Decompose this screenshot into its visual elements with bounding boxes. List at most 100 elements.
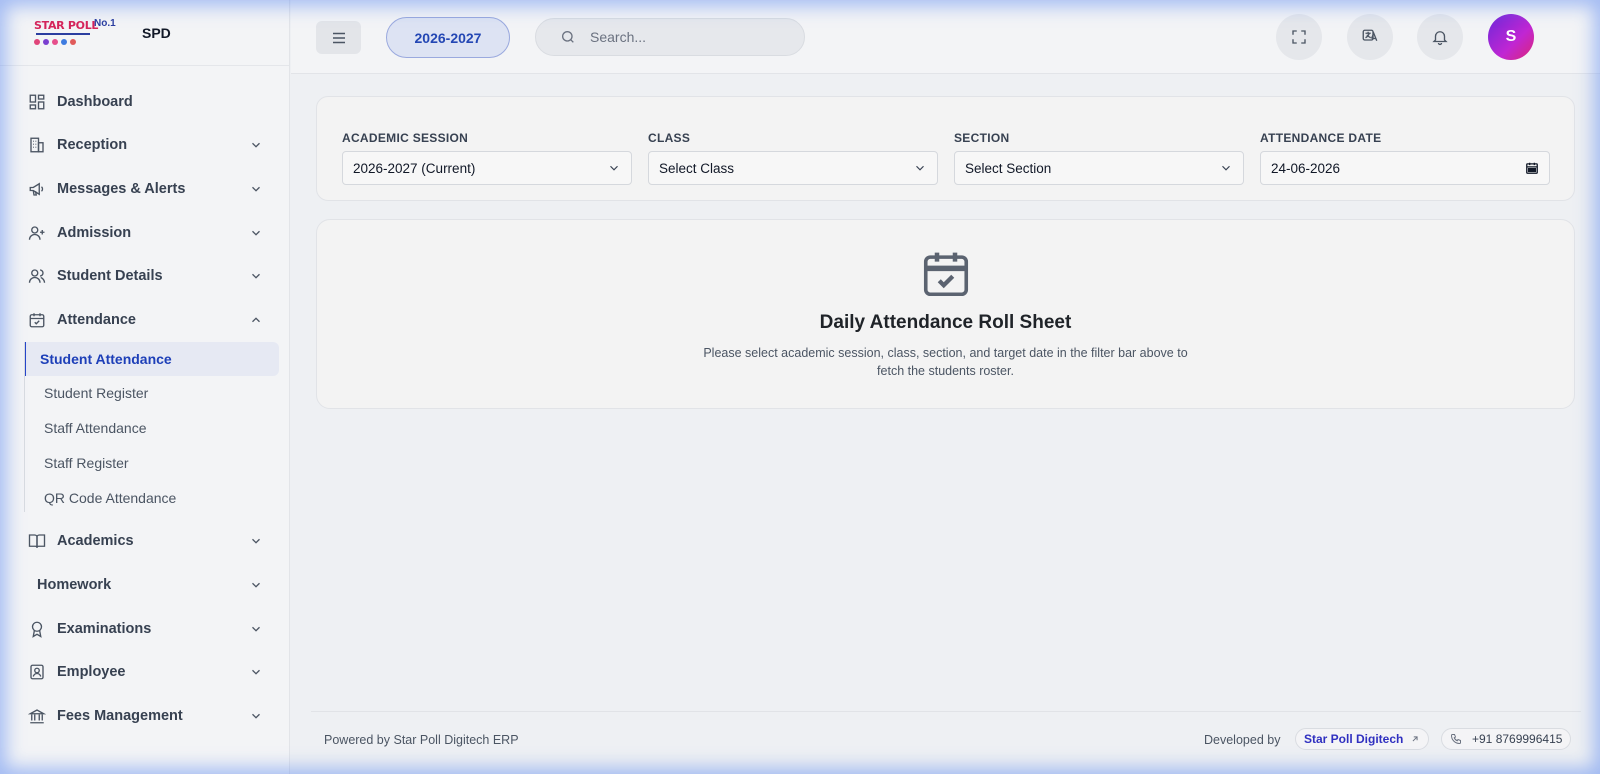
calendar-icon[interactable] [1525,161,1539,175]
sidebar-item-label: Attendance [57,311,136,328]
session-select[interactable]: 2026-2027 (Current) [342,151,632,185]
sidebar-item-attendance[interactable]: Attendance [0,298,289,342]
chevron-down-icon [249,534,263,548]
sidebar-subitem-student-attendance[interactable]: Student Attendance [24,341,279,376]
sidebar-item-label: Student Details [57,268,163,285]
chevron-down-icon [1219,161,1233,175]
chevron-down-icon [249,138,263,152]
logo-badge: No.1 [94,17,116,29]
class-filter-label: CLASS [648,131,691,145]
chevron-down-icon [249,622,263,636]
sidebar-item-homework[interactable]: Homework [0,563,289,607]
powered-by-text: Powered by Star Poll Digitech ERP [324,733,519,747]
sidebar-item-label: Admission [57,224,132,241]
calendar-check-icon [919,247,973,301]
sidebar-nav: Dashboard Reception Messages & Alerts Ad… [0,66,289,738]
award-icon [28,620,46,638]
session-filter: ACADEMIC SESSION 2026-2027 (Current) [342,131,632,185]
section-filter-label: SECTION [954,131,1010,145]
developer-link[interactable]: Star Poll Digitech [1295,728,1430,750]
hamburger-icon [330,29,348,47]
class-filter: CLASS Select Class [648,131,938,185]
sidebar-item-reception[interactable]: Reception [0,124,289,168]
user-plus-icon [28,224,46,242]
date-filter-label: ATTENDANCE DATE [1260,131,1382,145]
sidebar-subitem-staff-attendance[interactable]: Staff Attendance [32,411,279,446]
logo-text: STAR POLL [34,18,99,32]
sidebar-item-fees-management[interactable]: Fees Management [0,694,289,738]
calendar-check-icon [28,311,46,329]
sidebar-subitem-staff-register[interactable]: Staff Register [32,446,279,481]
avatar[interactable]: S [1488,14,1534,60]
sidebar-item-label: Examinations [57,620,152,637]
brand-header: STAR POLL No.1 SPD [0,0,289,66]
sidebar-item-messages[interactable]: Messages & Alerts [0,167,289,211]
fullscreen-icon [1290,28,1308,46]
users-icon [28,267,46,285]
brand-logo[interactable]: STAR POLL No.1 [32,16,118,50]
translate-icon [1361,28,1379,46]
external-link-icon [1410,734,1420,744]
chevron-down-icon [249,269,263,283]
bell-icon [1431,28,1449,46]
chevron-down-icon [249,665,263,679]
filter-bar: ACADEMIC SESSION 2026-2027 (Current) CLA… [316,96,1575,201]
menu-toggle-button[interactable] [316,21,361,54]
sidebar-item-label: Academics [57,533,134,550]
search-bar [535,18,805,56]
id-badge-icon [28,663,46,681]
empty-state-title: Daily Attendance Roll Sheet [819,312,1072,333]
search-icon [560,29,576,45]
chevron-up-icon [249,313,263,327]
sidebar-item-dashboard[interactable]: Dashboard [0,80,289,124]
logo-dots [34,38,76,45]
sidebar-item-label: Messages & Alerts [57,180,186,197]
empty-state-card: Daily Attendance Roll Sheet Please selec… [316,219,1575,409]
chevron-down-icon [249,709,263,723]
chevron-down-icon [249,182,263,196]
session-selector-button[interactable]: 2026-2027 [386,17,510,58]
developer-name: Star Poll Digitech [1304,732,1404,746]
chevron-down-icon [249,226,263,240]
chevron-down-icon [249,578,263,592]
chevron-down-icon [607,161,621,175]
section-select[interactable]: Select Section [954,151,1244,185]
session-filter-label: ACADEMIC SESSION [342,131,469,145]
phone-icon [1450,733,1462,745]
section-filter: SECTION Select Section [954,131,1244,185]
attendance-date-value: 24-06-2026 [1271,160,1341,176]
sidebar-item-examinations[interactable]: Examinations [0,607,289,651]
class-select[interactable]: Select Class [648,151,938,185]
sidebar-item-student-details[interactable]: Student Details [0,254,289,298]
sidebar-item-label: Employee [57,664,126,681]
sidebar-subitem-qr-code-attendance[interactable]: QR Code Attendance [32,481,279,516]
chevron-down-icon [913,161,927,175]
sidebar-subitem-student-register[interactable]: Student Register [32,376,279,411]
top-header: 2026-2027 S [291,0,1600,74]
fullscreen-button[interactable] [1276,14,1322,60]
footer: Powered by Star Poll Digitech ERP Develo… [311,711,1581,769]
phone-contact[interactable]: +91 8769996415 [1441,728,1572,750]
phone-number: +91 8769996415 [1472,732,1563,746]
search-input[interactable] [590,29,790,45]
sidebar-item-label: Reception [57,137,128,154]
logo-underline [36,32,90,35]
developed-by-label: Developed by [1204,733,1281,747]
section-select-value: Select Section [965,160,1052,176]
empty-state-description: Please select academic session, class, s… [703,346,1188,378]
attendance-submenu: Student Attendance Student Register Staf… [24,341,289,516]
attendance-date-input[interactable]: 24-06-2026 [1260,151,1550,185]
sidebar-item-label: Homework [37,576,112,593]
sidebar-item-employee[interactable]: Employee [0,650,289,694]
translate-button[interactable] [1347,14,1393,60]
date-filter: ATTENDANCE DATE 24-06-2026 [1260,131,1550,185]
notifications-button[interactable] [1417,14,1463,60]
sidebar-item-admission[interactable]: Admission [0,211,289,255]
sidebar: STAR POLL No.1 SPD Dashboard Reception M… [0,0,290,774]
building-icon [28,136,46,154]
class-select-value: Select Class [659,160,735,176]
book-icon [28,532,46,550]
brand-short-name: SPD [142,24,171,41]
dashboard-icon [28,93,46,111]
sidebar-item-academics[interactable]: Academics [0,520,289,564]
